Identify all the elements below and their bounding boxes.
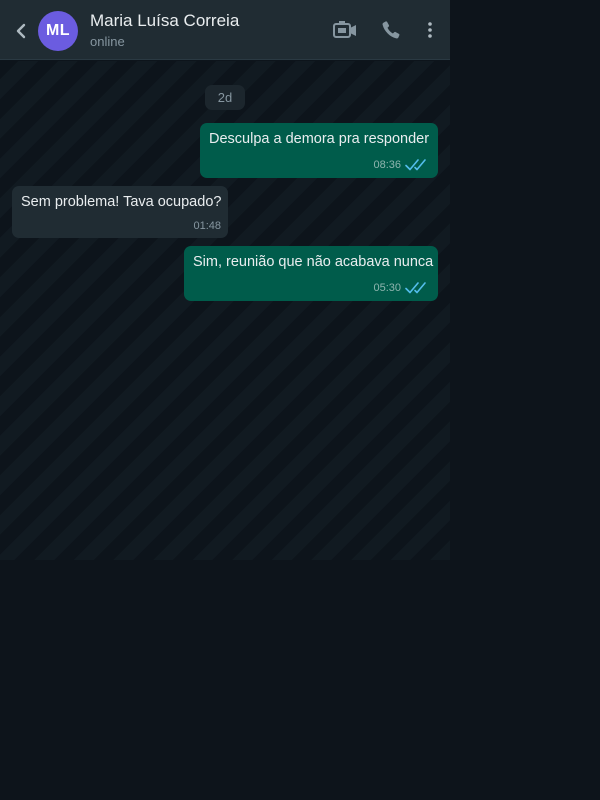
video-call-button[interactable] [331, 17, 359, 43]
message-meta: 05:30 [373, 281, 431, 295]
double-check-read-icon [405, 282, 426, 294]
message-bubble-outgoing[interactable]: Desculpa a demora pra responder 08:36 [200, 123, 438, 178]
chevron-left-icon [16, 23, 26, 39]
voice-call-button[interactable] [379, 17, 403, 43]
message-bubble-outgoing[interactable]: Sim, reunião que não acabava nunca 05:30 [184, 246, 438, 301]
message-list[interactable]: 2d Desculpa a demora pra responder 08:36… [0, 61, 450, 560]
message-bubble-incoming[interactable]: Sem problema! Tava ocupado? 01:48 [12, 186, 228, 238]
menu-button[interactable] [420, 17, 440, 43]
more-vertical-icon [428, 22, 432, 38]
chat-window: ML Maria Luísa Correia online 2d Desculp… [0, 0, 450, 560]
chat-header: ML Maria Luísa Correia online [0, 0, 450, 60]
contact-name[interactable]: Maria Luísa Correia [90, 11, 239, 31]
message-text: Sim, reunião que não acabava nunca [193, 254, 434, 270]
message-time: 01:48 [193, 220, 221, 232]
message-meta: 01:48 [193, 220, 221, 232]
message-text: Sem problema! Tava ocupado? [21, 194, 222, 210]
phone-icon [382, 21, 400, 39]
double-check-read-icon [405, 159, 426, 171]
back-button[interactable] [10, 18, 32, 44]
message-time: 08:36 [373, 159, 401, 171]
contact-status: online [90, 34, 125, 49]
message-text: Desculpa a demora pra responder [209, 131, 430, 147]
avatar[interactable]: ML [38, 11, 78, 51]
video-camera-icon [333, 21, 356, 38]
message-meta: 08:36 [373, 158, 431, 172]
message-time: 05:30 [373, 282, 401, 294]
date-separator: 2d [205, 85, 245, 110]
